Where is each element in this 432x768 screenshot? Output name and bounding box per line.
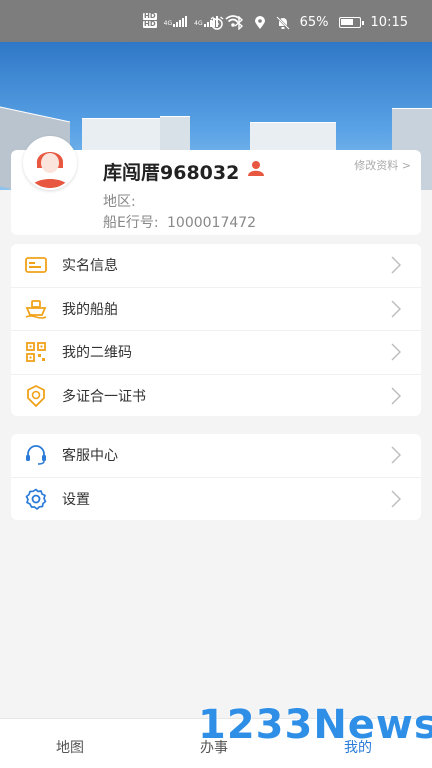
status-icons-right: 65% 10:15 [210,15,408,30]
chevron-right-icon [391,343,401,361]
network-type-2: 4G [194,19,203,27]
chevron-right-icon [391,300,401,318]
hd-badges: HD HD [143,13,157,28]
gear-icon [25,488,47,511]
id-card-icon [25,254,47,276]
secondary-menu: 客服中心 设置 [11,434,421,520]
signal-bars-icon [173,15,188,27]
profile-card: 库闯厝968032 修改资料 > 地区: 船E行号: 1000017472 [11,136,421,235]
user-badge-icon [248,161,264,176]
menu-label: 实名信息 [62,258,118,275]
user-id-line: 船E行号: 1000017472 [103,212,256,232]
menu-item-my-ships[interactable]: 我的船舶 [11,288,421,331]
chevron-right-icon [391,256,401,274]
menu-item-settings[interactable]: 设置 [11,478,421,522]
user-id-label: 船E行号: [103,215,159,231]
network-type-1: 4G [163,19,173,27]
ship-icon [25,298,47,320]
menu-label: 我的船舶 [62,301,118,318]
location-icon [254,15,265,29]
hd-badge-2: HD [143,20,157,28]
user-name: 库闯厝968032 [103,162,240,184]
watermark-logo: 1233News [198,702,432,748]
user-avatar-icon [25,138,75,188]
chevron-right-icon [391,387,401,405]
tab-map[interactable]: 地图 [56,737,84,757]
status-bar: HD HD 4G 4G 65% 10:15 [0,0,432,42]
region-label: 地区: [103,194,136,210]
battery-icon [338,17,364,28]
chevron-right-icon [391,490,401,508]
menu-label: 客服中心 [62,448,118,465]
qr-code-icon [25,341,47,363]
alarm-icon [210,15,224,30]
menu-label: 设置 [62,492,90,509]
menu-item-real-name[interactable]: 实名信息 [11,244,421,288]
menu-item-qr-code[interactable]: 我的二维码 [11,331,421,375]
menu-item-customer-service[interactable]: 客服中心 [11,434,421,478]
hd-badge-1: HD [143,12,157,20]
menu-label: 我的二维码 [62,345,132,362]
edit-profile-link[interactable]: 修改资料 > [354,157,411,173]
certificate-icon [25,385,47,408]
battery-percent: 65% [299,15,329,30]
user-id-value: 1000017472 [167,215,257,231]
primary-menu: 实名信息 我的船舶 我的二维码 多证合一证书 [11,244,421,416]
cell-signal-1: 4G [163,15,188,27]
avatar[interactable] [23,136,77,190]
bluetooth-icon [234,15,243,30]
menu-label: 多证合一证书 [62,389,146,406]
headset-icon [25,444,47,466]
clock: 10:15 [370,15,408,30]
menu-item-certificate[interactable]: 多证合一证书 [11,375,421,419]
mute-bell-icon [275,15,290,30]
chevron-right-icon [391,446,401,464]
